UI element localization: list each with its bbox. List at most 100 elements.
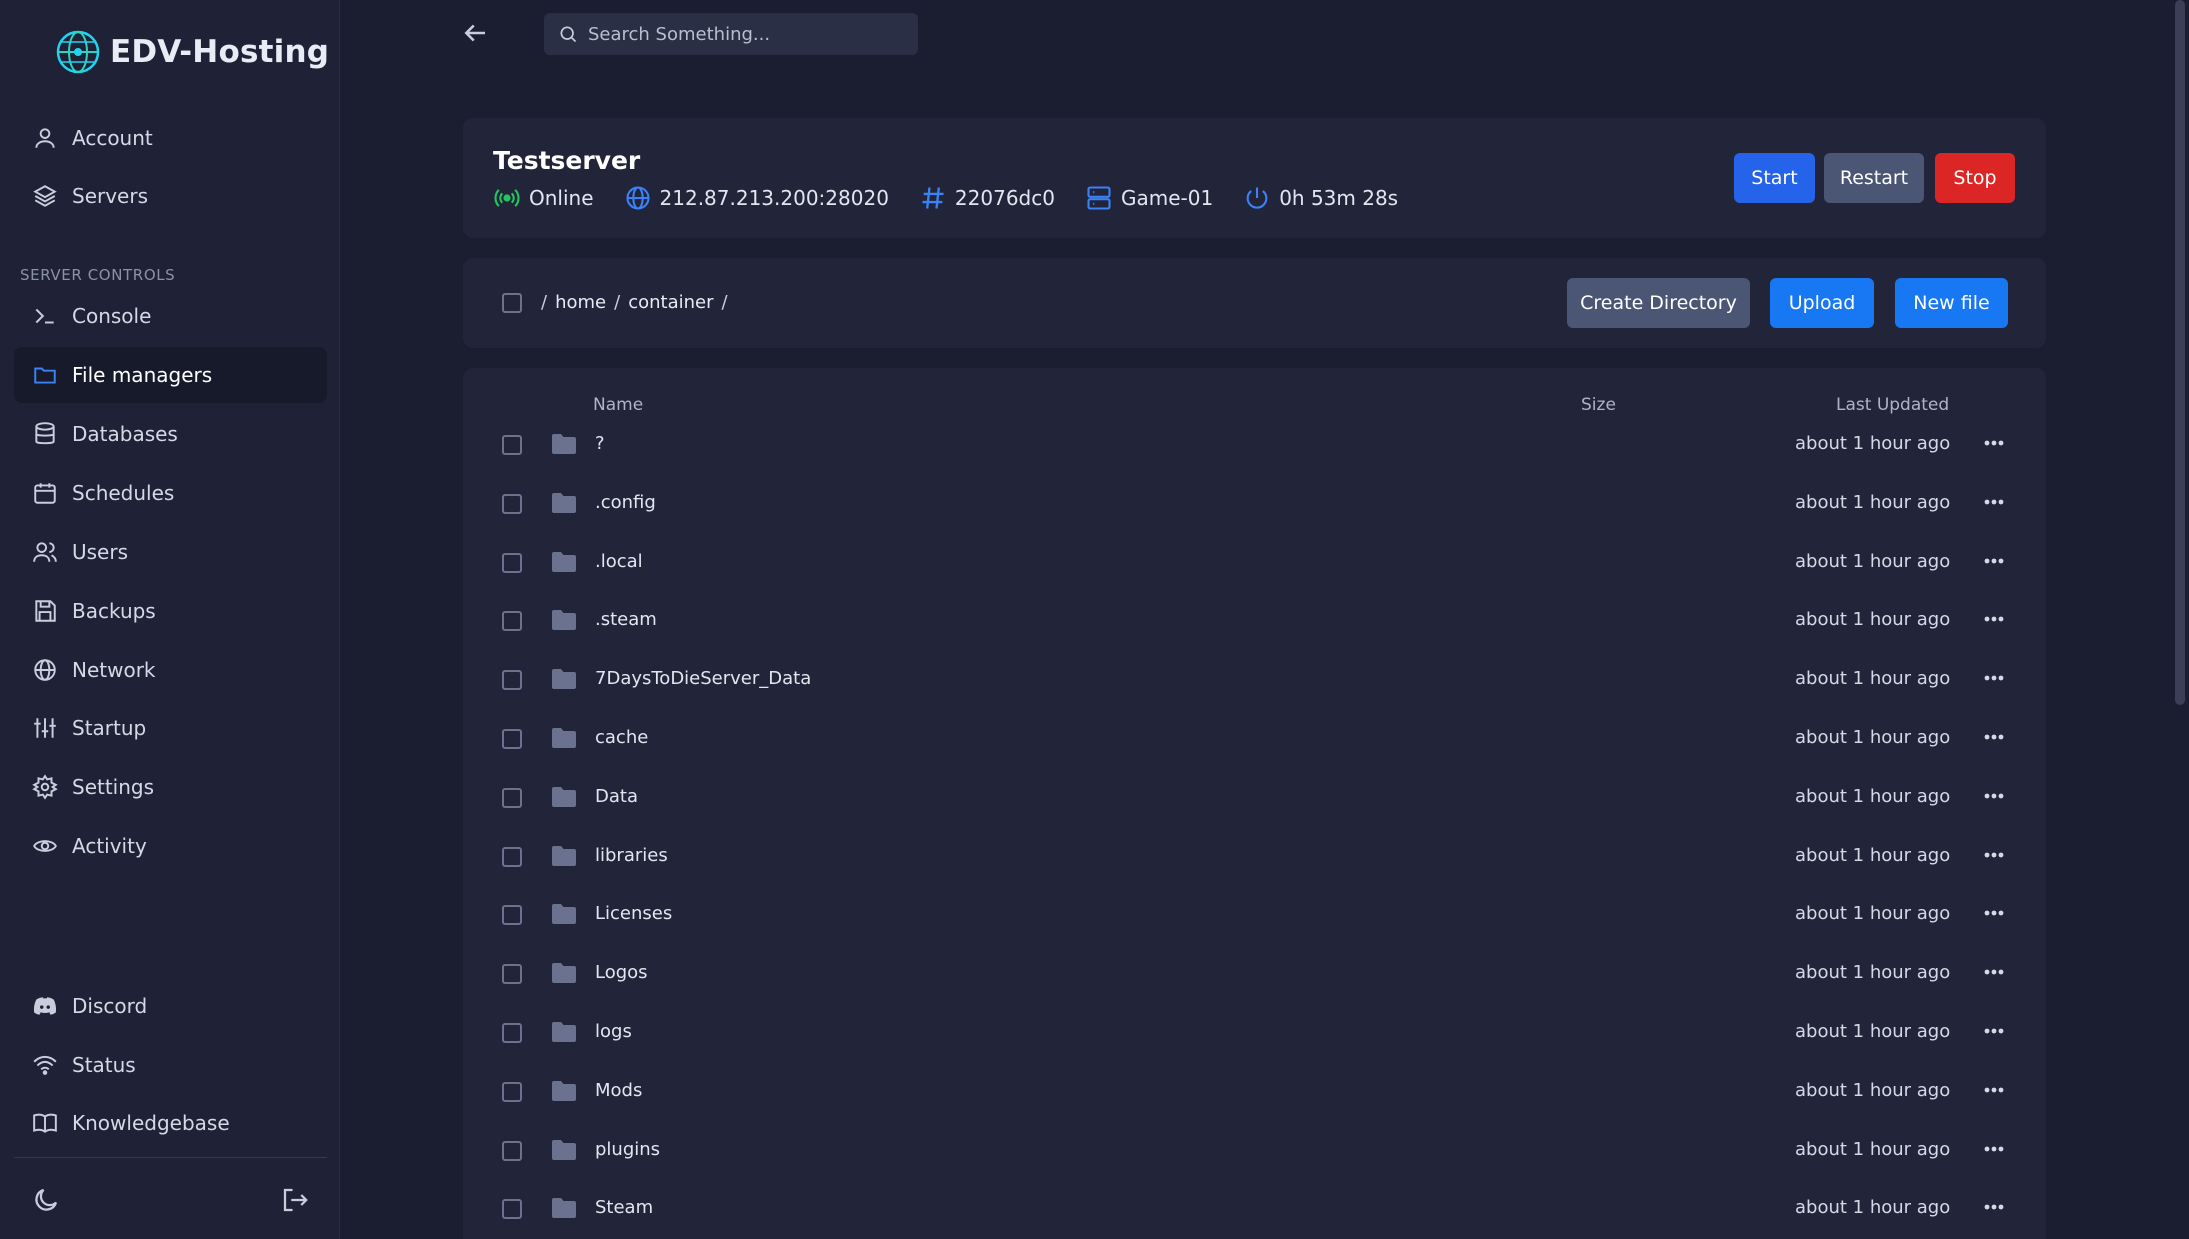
scrollbar-thumb[interactable] [2175, 0, 2185, 705]
row-checkbox[interactable] [502, 1199, 522, 1220]
row-checkbox[interactable] [502, 787, 522, 808]
table-row[interactable]: ? about 1 hour ago [463, 416, 2046, 474]
more-options-icon[interactable] [1983, 967, 2005, 977]
table-row[interactable]: .local about 1 hour ago [463, 534, 2046, 592]
sidebar-item-schedules[interactable]: Schedules [14, 465, 327, 521]
table-row[interactable]: logs about 1 hour ago [463, 1004, 2046, 1062]
sidebar-item-settings[interactable]: Settings [14, 759, 327, 815]
row-checkbox[interactable] [502, 1023, 522, 1043]
sidebar-item-databases[interactable]: Databases [14, 406, 327, 462]
table-row[interactable]: Logos about 1 hour ago [463, 945, 2046, 1003]
file-name[interactable]: Steam [595, 1197, 653, 1218]
sidebar-item-file-managers[interactable]: File managers [14, 347, 327, 403]
row-checkbox[interactable] [502, 611, 522, 632]
file-name[interactable]: Data [595, 786, 638, 807]
sidebar-item-label: Servers [72, 184, 149, 208]
more-options-icon[interactable] [1983, 438, 2005, 448]
file-name[interactable]: libraries [595, 845, 668, 866]
select-all-checkbox[interactable] [502, 293, 522, 313]
sidebar-item-knowledgebase[interactable]: Knowledgebase [14, 1095, 327, 1151]
back-arrow-icon[interactable] [460, 18, 490, 48]
file-name[interactable]: .config [595, 492, 656, 513]
sidebar-item-network[interactable]: Network [14, 642, 327, 698]
file-name[interactable]: Licenses [595, 903, 672, 924]
file-name[interactable]: ? [595, 433, 605, 454]
logout-icon[interactable] [280, 1185, 310, 1215]
file-name[interactable]: plugins [595, 1139, 660, 1160]
sidebar-item-label: Discord [72, 994, 148, 1018]
table-row[interactable]: Data about 1 hour ago [463, 769, 2046, 827]
server-uptime-text: 0h 53m 28s [1279, 186, 1399, 210]
sidebar-item-label: Users [72, 540, 129, 564]
table-row[interactable]: plugins about 1 hour ago [463, 1122, 2046, 1180]
row-checkbox[interactable] [502, 729, 522, 749]
table-row[interactable]: cache about 1 hour ago [463, 710, 2046, 768]
row-checkbox[interactable] [502, 670, 522, 691]
restart-button[interactable]: Restart [1824, 153, 1924, 203]
sidebar-item-startup[interactable]: Startup [14, 700, 327, 756]
more-options-icon[interactable] [1983, 1144, 2005, 1154]
table-row[interactable]: 7DaysToDieServer_Data about 1 hour ago [463, 651, 2046, 709]
row-checkbox[interactable] [502, 1081, 522, 1102]
breadcrumb-home[interactable]: home [555, 292, 606, 313]
sidebar-item-console[interactable]: Console [14, 288, 327, 344]
table-row[interactable]: libraries about 1 hour ago [463, 828, 2046, 886]
more-options-icon[interactable] [1983, 732, 2005, 742]
more-options-icon[interactable] [1983, 1202, 2005, 1212]
sidebar-item-backups[interactable]: Backups [14, 583, 327, 639]
sidebar-item-discord[interactable]: Discord [14, 978, 327, 1034]
row-checkbox[interactable] [502, 493, 522, 514]
folder-icon [552, 1022, 576, 1042]
new-file-button[interactable]: New file [1895, 278, 2008, 328]
more-options-icon[interactable] [1983, 1026, 2005, 1036]
file-name[interactable]: 7DaysToDieServer_Data [595, 668, 811, 689]
row-checkbox[interactable] [502, 1140, 522, 1161]
create-directory-button[interactable]: Create Directory [1567, 278, 1750, 328]
sidebar-item-label: Account [72, 126, 153, 150]
save-icon [35, 600, 56, 622]
row-checkbox[interactable] [502, 905, 522, 926]
more-options-icon[interactable] [1983, 850, 2005, 860]
stop-button[interactable]: Stop [1935, 153, 2015, 203]
more-options-icon[interactable] [1983, 673, 2005, 683]
sidebar-item-servers[interactable]: Servers [14, 168, 327, 224]
sidebar-item-status[interactable]: Status [14, 1037, 327, 1093]
sidebar-item-account[interactable]: Account [14, 110, 327, 166]
server-id: 22076dc0 [919, 184, 1055, 212]
brand-logo[interactable]: EDV-Hosting [54, 28, 329, 76]
more-options-icon[interactable] [1983, 614, 2005, 624]
moon-icon[interactable] [31, 1185, 61, 1215]
breadcrumb-container[interactable]: container [628, 292, 713, 313]
more-options-icon[interactable] [1983, 1085, 2005, 1095]
more-options-icon[interactable] [1983, 556, 2005, 566]
globe-icon [34, 659, 56, 681]
file-name[interactable]: .steam [595, 609, 657, 630]
file-name[interactable]: cache [595, 727, 648, 748]
row-checkbox[interactable] [502, 964, 522, 985]
table-row[interactable]: Steam about 1 hour ago [463, 1180, 2046, 1238]
terminal-icon [35, 308, 54, 324]
folder-icon [552, 904, 576, 925]
sidebar-item-activity[interactable]: Activity [14, 818, 327, 874]
sidebar-item-users[interactable]: Users [14, 524, 327, 580]
search-input[interactable] [588, 23, 888, 45]
table-row[interactable]: .config about 1 hour ago [463, 475, 2046, 533]
file-name[interactable]: .local [595, 551, 643, 572]
upload-button[interactable]: Upload [1770, 278, 1874, 328]
table-row[interactable]: Licenses about 1 hour ago [463, 886, 2046, 944]
file-name[interactable]: Logos [595, 962, 648, 983]
more-options-icon[interactable] [1983, 908, 2005, 918]
file-name[interactable]: logs [595, 1021, 632, 1042]
table-row[interactable]: Mods about 1 hour ago [463, 1063, 2046, 1121]
more-options-icon[interactable] [1983, 497, 2005, 507]
row-checkbox[interactable] [502, 846, 522, 867]
sidebar-item-label: Startup [72, 716, 147, 740]
row-checkbox[interactable] [502, 435, 522, 455]
more-options-icon[interactable] [1983, 791, 2005, 801]
folder-icon [552, 786, 576, 807]
file-name[interactable]: Mods [595, 1080, 642, 1101]
search-bar[interactable] [544, 13, 918, 55]
row-checkbox[interactable] [502, 552, 522, 573]
table-row[interactable]: .steam about 1 hour ago [463, 592, 2046, 650]
start-button[interactable]: Start [1734, 153, 1815, 203]
